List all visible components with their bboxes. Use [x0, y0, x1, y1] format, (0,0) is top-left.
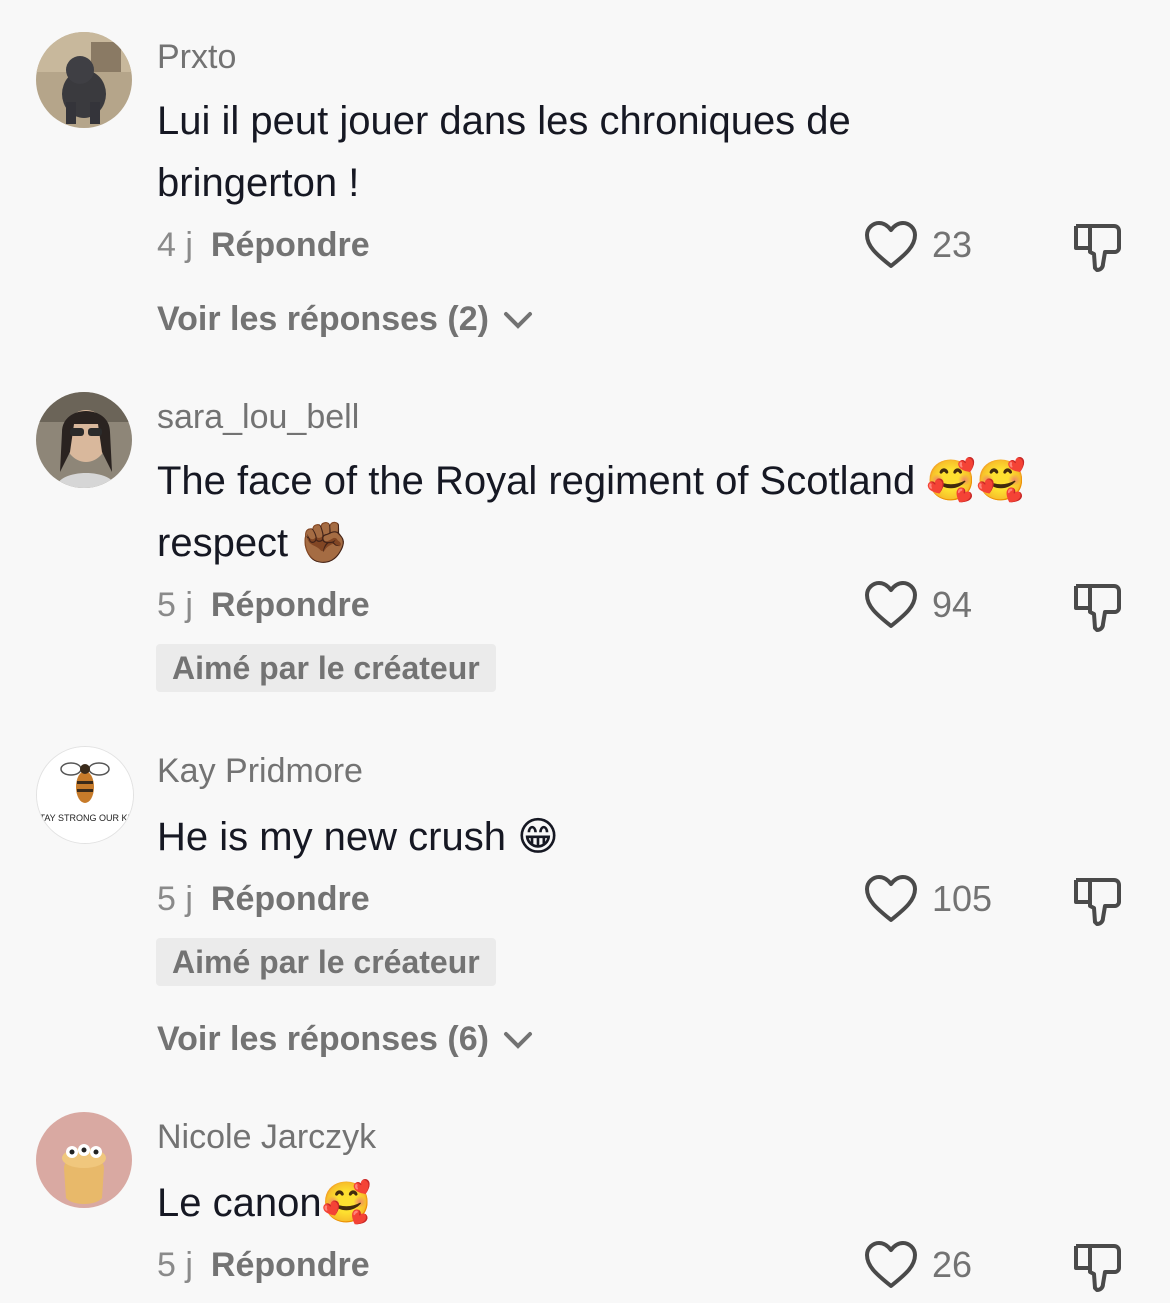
heart-icon — [865, 581, 917, 628]
heart-icon — [865, 875, 917, 922]
avatar-caption: STAY STRONG OUR KID — [37, 813, 133, 823]
thumbs-down-icon — [1074, 1244, 1121, 1292]
comment-meta: 4 j Répondre — [157, 226, 370, 265]
comment-meta: 5 j Répondre — [157, 880, 370, 919]
like-button[interactable]: 26 — [864, 1240, 972, 1290]
avatar[interactable] — [36, 32, 132, 128]
like-count: 26 — [932, 1244, 973, 1285]
view-replies-label: Voir les réponses (6) — [157, 1020, 489, 1058]
dislike-button[interactable] — [1070, 218, 1126, 279]
comment-age: 5 j — [157, 1246, 193, 1284]
chevron-down-icon — [503, 1031, 532, 1049]
reply-button[interactable]: Répondre — [211, 226, 370, 264]
like-button[interactable]: 23 — [864, 220, 972, 270]
like-count: 23 — [932, 224, 973, 265]
view-replies-button[interactable]: Voir les réponses (6) — [157, 1020, 533, 1059]
comment-text: Lui il peut jouer dans les chroniques de… — [157, 99, 851, 205]
dislike-button[interactable] — [1070, 578, 1126, 639]
comment-meta: 5 j Répondre — [157, 586, 370, 625]
view-replies-button[interactable]: Voir les réponses (2) — [157, 300, 533, 339]
dislike-button[interactable] — [1070, 1238, 1126, 1299]
heart-icon — [865, 1241, 917, 1288]
creator-liked-badge: Aimé par le créateur — [156, 938, 496, 986]
reply-button[interactable]: Répondre — [211, 880, 370, 918]
username[interactable]: Prxto — [157, 38, 236, 77]
comment-text: The face of the Royal regiment of Scotla… — [157, 459, 1026, 565]
thumbs-down-icon — [1074, 584, 1121, 632]
reply-button[interactable]: Répondre — [211, 586, 370, 624]
thumbs-down-icon — [1074, 224, 1121, 272]
username[interactable]: Kay Pridmore — [157, 752, 363, 791]
reply-button[interactable]: Répondre — [211, 1246, 370, 1284]
view-replies-label: Voir les réponses (2) — [157, 300, 489, 338]
comment-age: 5 j — [157, 880, 193, 918]
like-button[interactable]: 94 — [864, 580, 972, 630]
comment-age: 5 j — [157, 586, 193, 624]
username[interactable]: Nicole Jarczyk — [157, 1118, 376, 1157]
heart-icon — [865, 221, 917, 268]
dislike-button[interactable] — [1070, 872, 1126, 933]
comment-age: 4 j — [157, 226, 193, 264]
comment-text: He is my new crush 😁 — [157, 815, 559, 859]
comment-text: Le canon🥰 — [157, 1181, 372, 1225]
like-count: 94 — [932, 584, 973, 625]
username[interactable]: sara_lou_bell — [157, 398, 359, 437]
chevron-down-icon — [503, 311, 532, 329]
creator-liked-badge: Aimé par le créateur — [156, 644, 496, 692]
avatar[interactable] — [36, 392, 132, 488]
like-count: 105 — [932, 878, 993, 919]
like-button[interactable]: 105 — [864, 874, 992, 924]
avatar[interactable]: STAY STRONG OUR KID — [36, 746, 134, 844]
comment-meta: 5 j Répondre — [157, 1246, 370, 1285]
avatar[interactable] — [36, 1112, 132, 1208]
thumbs-down-icon — [1074, 878, 1121, 926]
